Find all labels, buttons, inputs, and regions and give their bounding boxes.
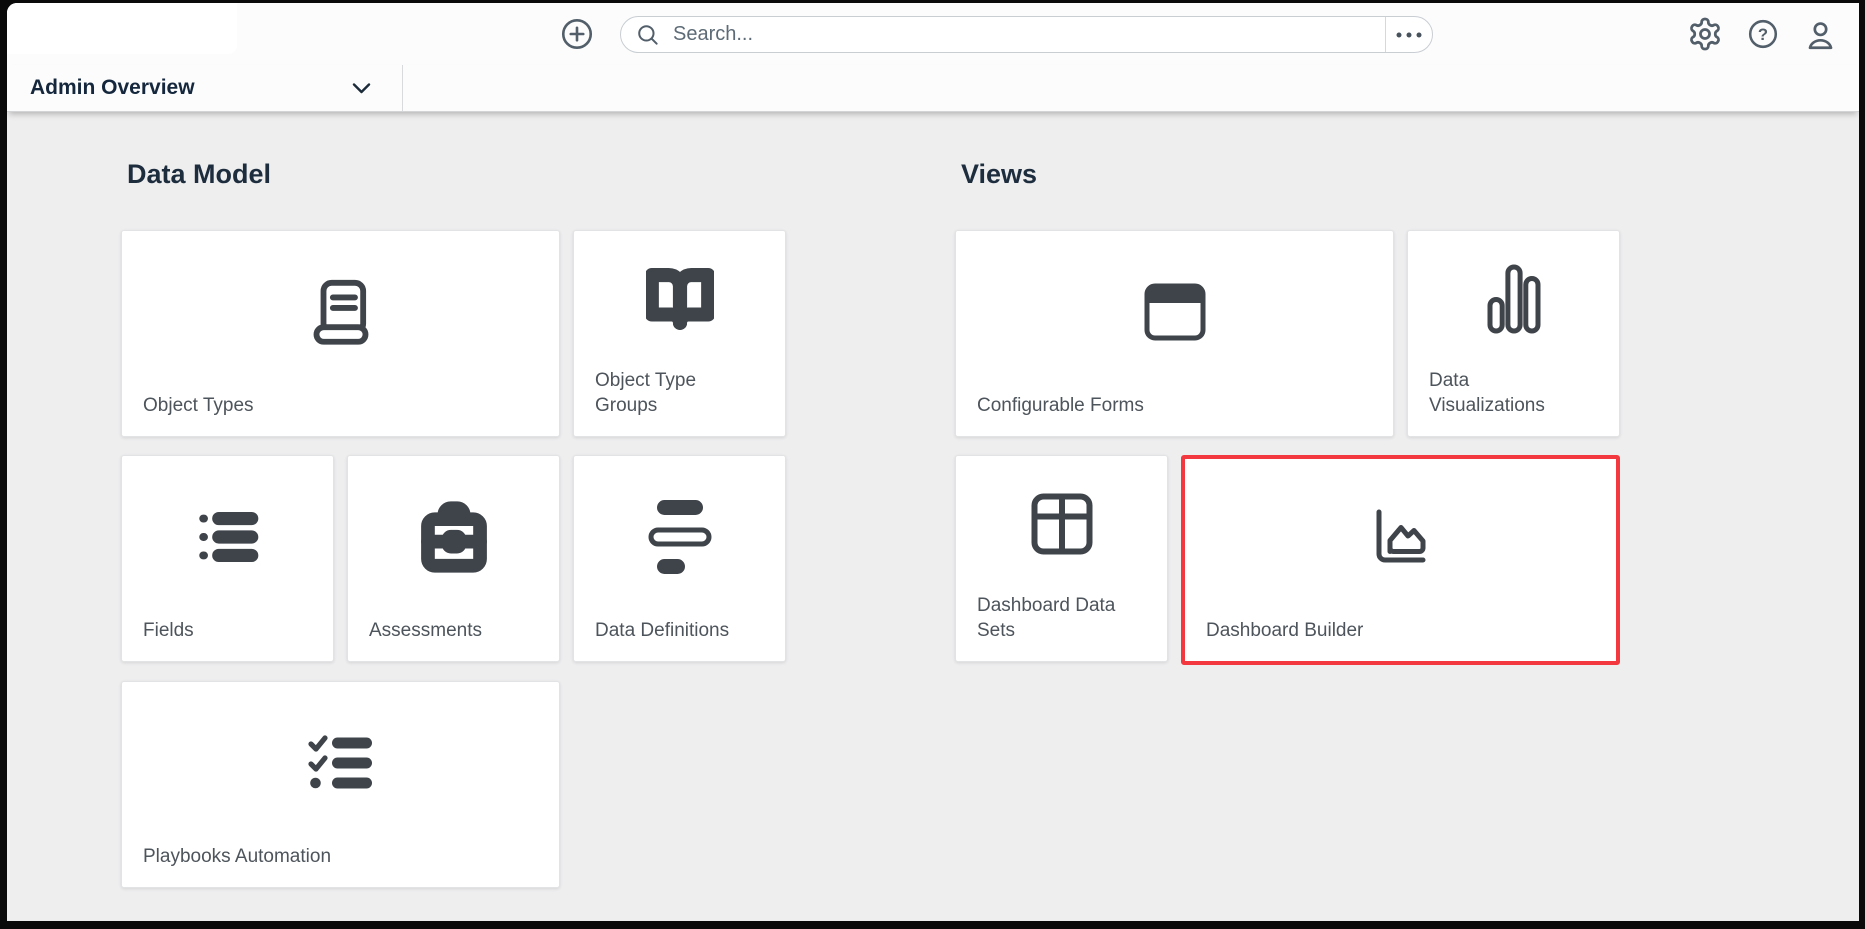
tile-label: Assessments — [369, 619, 482, 641]
tile-dashboard-data-sets[interactable]: Dashboard Data Sets — [955, 455, 1168, 662]
tile-label: Object Types — [143, 394, 254, 416]
area-chart-icon — [1376, 509, 1425, 563]
chevron-down-icon — [352, 82, 371, 93]
tile-dashboard-builder[interactable]: Dashboard Builder — [1181, 455, 1620, 665]
book-open-icon — [645, 268, 714, 331]
section-title-data-model: Data Model — [127, 159, 272, 189]
data-bars-icon — [648, 499, 711, 574]
add-button[interactable] — [560, 17, 594, 51]
screenshot-frame: ? Admin Overview Data Model Views — [0, 0, 1865, 929]
user-icon — [1808, 22, 1833, 50]
gear-icon — [1690, 17, 1720, 51]
tile-data-definitions[interactable]: Data Definitions — [573, 455, 786, 662]
user-button[interactable] — [1803, 18, 1838, 53]
tile-assessments[interactable]: Assessments — [347, 455, 560, 662]
help-icon: ? — [1748, 19, 1778, 49]
svg-text:?: ? — [1758, 25, 1768, 44]
top-bar: ? — [7, 3, 1859, 66]
tile-object-types[interactable]: Object Types — [121, 230, 560, 437]
plus-circle-icon — [561, 18, 593, 50]
tile-label: Playbooks Automation — [143, 845, 332, 867]
window-icon — [1144, 283, 1205, 341]
bar-chart-icon — [1487, 264, 1540, 334]
app-window: ? Admin Overview Data Model Views — [7, 3, 1859, 921]
briefcase-icon — [420, 501, 487, 573]
search-icon — [638, 24, 658, 45]
book-text-icon — [313, 279, 368, 345]
tile-label: Dashboard Data Sets — [977, 594, 1116, 641]
more-options-button[interactable] — [1386, 17, 1432, 52]
tile-fields[interactable]: Fields — [121, 455, 334, 662]
table-grid-icon — [1031, 493, 1092, 555]
checklist-icon — [307, 735, 372, 789]
help-button[interactable]: ? — [1747, 18, 1779, 50]
view-switcher-label: Admin Overview — [30, 76, 195, 99]
tile-label: Configurable Forms — [977, 394, 1144, 416]
tile-data-visualizations[interactable]: Data Visualizations — [1407, 230, 1620, 437]
nav-bar: Admin Overview — [7, 65, 1859, 112]
settings-button[interactable] — [1687, 16, 1723, 52]
ellipsis-icon — [1396, 32, 1422, 37]
tile-label: Data Visualizations — [1429, 369, 1545, 416]
logo-area — [7, 3, 237, 54]
search-input[interactable] — [671, 22, 1385, 47]
list-icon — [198, 511, 258, 562]
tile-playbooks-automation[interactable]: Playbooks Automation — [121, 681, 560, 888]
tile-object-type-groups[interactable]: Object Type Groups — [573, 230, 786, 437]
section-title-views: Views — [961, 159, 1038, 189]
view-switcher-dropdown[interactable]: Admin Overview — [7, 65, 403, 111]
tile-label: Dashboard Builder — [1206, 619, 1364, 641]
tile-label: Data Definitions — [595, 619, 730, 641]
tile-configurable-forms[interactable]: Configurable Forms — [955, 230, 1394, 437]
tile-label: Object Type Groups — [595, 369, 697, 416]
tile-label: Fields — [143, 619, 194, 641]
search-box[interactable] — [620, 16, 1433, 53]
